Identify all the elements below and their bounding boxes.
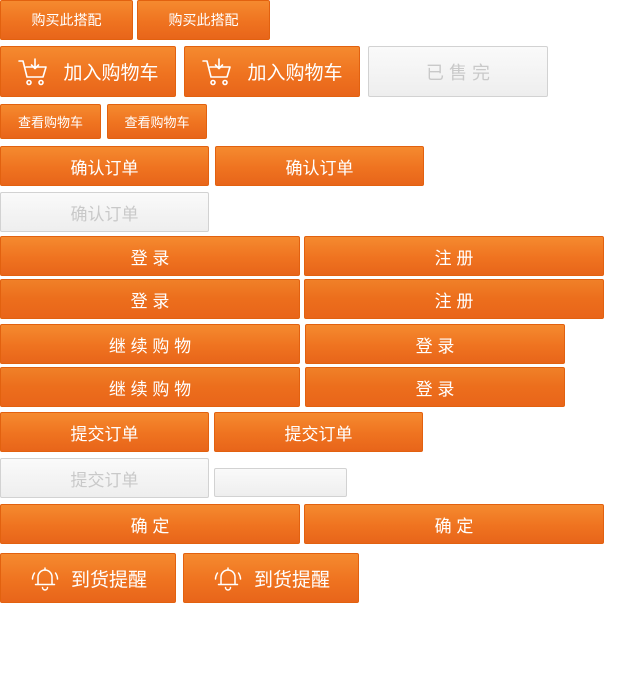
submit-order-label: 提交订单 bbox=[70, 424, 139, 444]
arrival-notice-label: 到货提醒 bbox=[253, 569, 330, 591]
submit-order-label: 提交订单 bbox=[70, 470, 139, 490]
confirm-order-button-2[interactable]: 确认订单 bbox=[215, 146, 424, 186]
view-cart-button-1[interactable]: 查看购物车 bbox=[0, 104, 101, 139]
continue-shopping-button-2[interactable]: 继 续 购 物 bbox=[0, 367, 300, 407]
register-label: 注 册 bbox=[434, 248, 474, 268]
login-button-2[interactable]: 登 录 bbox=[0, 279, 300, 319]
bell-icon bbox=[29, 564, 61, 592]
continue-shopping-label: 继 续 购 物 bbox=[108, 336, 192, 356]
buy-combo-label: 购买此搭配 bbox=[168, 12, 239, 28]
confirm-order-button-disabled: 确认订单 bbox=[0, 192, 209, 232]
login-button-3[interactable]: 登 录 bbox=[305, 324, 565, 364]
confirm-label: 确 定 bbox=[130, 516, 170, 536]
sold-out-button: 已 售 完 bbox=[368, 46, 548, 97]
submit-order-button-1[interactable]: 提交订单 bbox=[0, 412, 209, 452]
bell-icon bbox=[212, 564, 244, 592]
login-label: 登 录 bbox=[415, 379, 455, 399]
submit-order-label: 提交订单 bbox=[284, 424, 353, 444]
login-button-4[interactable]: 登 录 bbox=[305, 367, 565, 407]
buy-combo-label: 购买此搭配 bbox=[31, 12, 102, 28]
buy-combo-button-1[interactable]: 购买此搭配 bbox=[0, 0, 133, 40]
confirm-button-1[interactable]: 确 定 bbox=[0, 504, 300, 544]
confirm-order-button-1[interactable]: 确认订单 bbox=[0, 146, 209, 186]
submit-order-button-2[interactable]: 提交订单 bbox=[214, 412, 423, 452]
confirm-label: 确 定 bbox=[434, 516, 474, 536]
arrival-notice-label: 到货提醒 bbox=[70, 569, 147, 591]
empty-disabled-button bbox=[214, 468, 347, 497]
arrival-notice-button-1[interactable]: 到货提醒 bbox=[0, 553, 176, 603]
login-label: 登 录 bbox=[130, 248, 170, 268]
continue-shopping-button-1[interactable]: 继 续 购 物 bbox=[0, 324, 300, 364]
confirm-button-2[interactable]: 确 定 bbox=[304, 504, 604, 544]
add-to-cart-label: 加入购物车 bbox=[247, 63, 343, 84]
view-cart-button-2[interactable]: 查看购物车 bbox=[107, 104, 207, 139]
register-button-1[interactable]: 注 册 bbox=[304, 236, 604, 276]
login-button-1[interactable]: 登 录 bbox=[0, 236, 300, 276]
cart-icon bbox=[201, 56, 233, 88]
login-label: 登 录 bbox=[415, 336, 455, 356]
add-to-cart-button-1[interactable]: 加入购物车 bbox=[0, 46, 176, 97]
arrival-notice-button-2[interactable]: 到货提醒 bbox=[183, 553, 359, 603]
register-button-2[interactable]: 注 册 bbox=[304, 279, 604, 319]
add-to-cart-label: 加入购物车 bbox=[63, 63, 159, 84]
confirm-order-label: 确认订单 bbox=[285, 158, 354, 178]
buy-combo-button-2[interactable]: 购买此搭配 bbox=[137, 0, 270, 40]
login-label: 登 录 bbox=[130, 291, 170, 311]
add-to-cart-button-2[interactable]: 加入购物车 bbox=[184, 46, 360, 97]
confirm-order-label: 确认订单 bbox=[70, 158, 139, 178]
register-label: 注 册 bbox=[434, 291, 474, 311]
view-cart-label: 查看购物车 bbox=[17, 115, 83, 130]
continue-shopping-label: 继 续 购 物 bbox=[108, 379, 192, 399]
sold-out-label: 已 售 完 bbox=[425, 62, 490, 83]
cart-icon bbox=[17, 56, 49, 88]
confirm-order-label: 确认订单 bbox=[70, 204, 139, 224]
submit-order-button-disabled: 提交订单 bbox=[0, 458, 209, 498]
view-cart-label: 查看购物车 bbox=[124, 115, 190, 130]
